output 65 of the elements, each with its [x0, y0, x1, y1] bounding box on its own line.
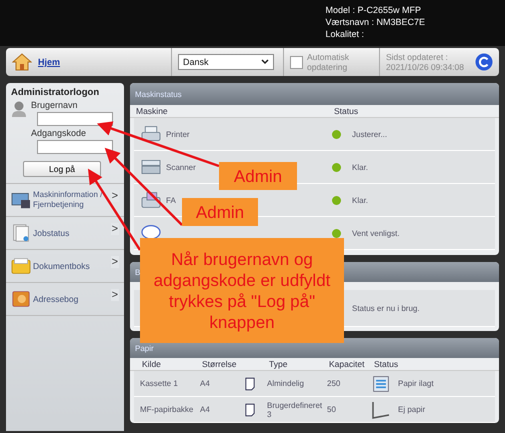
username-label: Brugernavn: [31, 100, 79, 110]
menu-item[interactable]: Adressebog >: [6, 283, 124, 316]
auto-update-label: Automatisk opdatering: [307, 52, 350, 72]
table-cell-text: Klar.: [352, 196, 370, 204]
chevron-icon: >: [110, 190, 119, 202]
table-cell-text: Vent venligst.: [352, 228, 401, 238]
column-header: Størrelse: [202, 359, 238, 369]
table-cell-text: Scanner: [166, 162, 197, 172]
table-cell-text: FA: [166, 196, 177, 204]
auto-update-checkbox[interactable]: [290, 56, 303, 68]
table-cell-text: Justerer...: [352, 130, 388, 138]
last-updated-text: Sidst opdateret : 2021/10/26 09:34:08: [386, 52, 464, 72]
chevron-icon: >: [110, 256, 119, 268]
address-book-icon: [11, 290, 31, 308]
login-button[interactable]: Log på: [23, 161, 101, 177]
scanner-icon: [140, 158, 162, 176]
annotation-callout: Admin: [219, 162, 297, 190]
table-cell-text: Status er nu i brug.: [352, 304, 421, 312]
refresh-icon[interactable]: [475, 53, 493, 71]
printer-icon: [140, 125, 162, 143]
table-cell-text: MF-papirbakke: [140, 405, 194, 414]
menu-item[interactable]: Jobstatus >: [6, 217, 124, 250]
document-stack-icon: [11, 224, 31, 242]
table-cell-text: Klar.: [352, 162, 370, 172]
fax-icon: [140, 191, 162, 209]
table-cell-text: Ej papir: [398, 405, 426, 414]
device-info-line: Værtsnavn : NM3BEC7E: [325, 16, 425, 28]
paper-sheet-icon: [245, 402, 255, 416]
monitor-icon: [11, 191, 31, 209]
username-field[interactable]: [37, 112, 113, 126]
table-cell-text: 250: [327, 379, 342, 388]
paper-sheet-icon: [245, 376, 255, 390]
table-cell-text: A4: [200, 405, 211, 414]
login-title: Administratorlogon: [11, 87, 100, 98]
home-icon[interactable]: [12, 53, 32, 71]
annotation-callout: Når brugernavn og adgangskode er udfyldt trykkes på "Log på" knappen: [140, 238, 344, 343]
table-cell-text: Printer: [166, 130, 191, 138]
password-label: Adgangskode: [31, 128, 88, 138]
device-info-line: Lokalitet :: [325, 28, 365, 40]
table-cell-text: Brugerdefineret 3: [267, 400, 324, 418]
empty-tray-icon: [372, 400, 390, 418]
menu-item[interactable]: Dokumentboks >: [6, 250, 124, 283]
home-link[interactable]: Hjem: [38, 57, 60, 67]
column-header: Type: [269, 359, 288, 369]
table-cell-text: A4: [200, 379, 211, 388]
paper-tray-icon: [372, 374, 390, 392]
column-header: Kilde: [142, 359, 162, 369]
document-box-icon: [11, 257, 31, 275]
password-field[interactable]: [37, 140, 113, 154]
panel-title: Maskinstatus: [130, 83, 499, 105]
user-icon: [11, 100, 27, 118]
table-cell-text: Kassette 1: [140, 379, 179, 388]
table-cell-text: Papir ilagt: [398, 379, 435, 388]
chevron-icon: >: [110, 223, 119, 235]
table-cell-text: 50: [327, 405, 337, 414]
column-header: Status: [334, 106, 360, 116]
annotation-callout: Admin: [182, 198, 258, 226]
chevron-icon: >: [110, 289, 119, 301]
column-header: Maskine: [136, 106, 169, 116]
device-info-line: Model : P-C2655w MFP: [325, 4, 422, 16]
column-header: Kapacitet: [329, 359, 366, 369]
table-cell-text: Almindelig: [267, 379, 305, 388]
column-header: Status: [374, 359, 400, 369]
language-select[interactable]: Dansk: [178, 54, 274, 70]
caret-icon: [261, 59, 269, 65]
